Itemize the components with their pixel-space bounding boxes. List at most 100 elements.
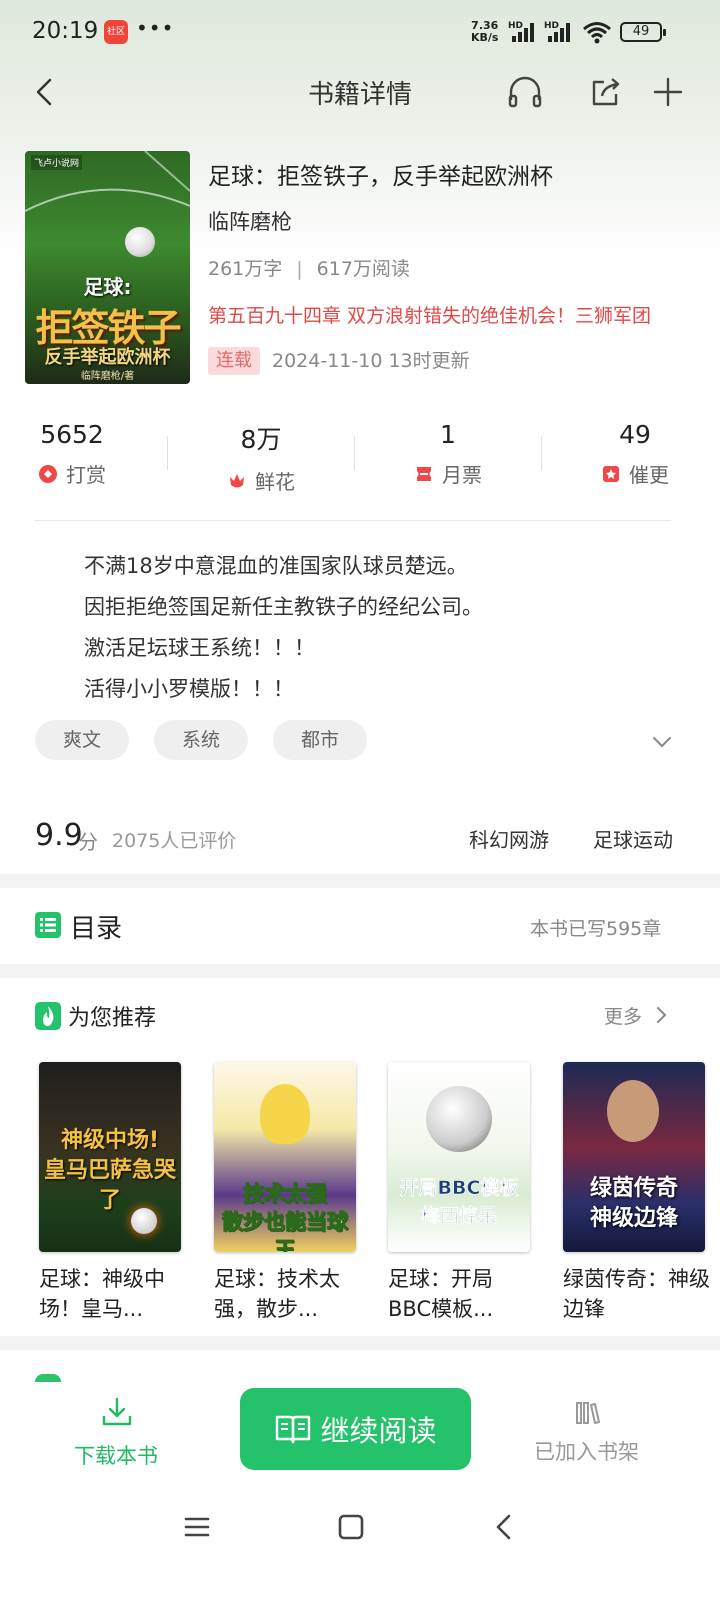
update-time: 2024-11-10 13时更新	[272, 350, 470, 372]
tag-chip[interactable]: 爽文	[35, 720, 129, 760]
stat-monthly-ticket[interactable]: 1 月票	[383, 420, 513, 488]
status-badge: 连载	[208, 347, 260, 375]
tag-chip[interactable]: 都市	[273, 720, 367, 760]
status-time: 20:19	[32, 18, 99, 44]
svg-text:HD: HD	[544, 21, 559, 31]
download-icon[interactable]	[100, 1396, 134, 1428]
flower-icon	[230, 473, 244, 487]
stat-flower-value: 8万	[240, 425, 282, 454]
home-icon[interactable]	[336, 1512, 366, 1542]
ticket-icon	[417, 466, 431, 481]
signal-icon-2: HD	[544, 21, 570, 42]
system-back-icon[interactable]	[490, 1512, 520, 1542]
recommend-book-name: 足球：技术太强，散步...	[214, 1267, 340, 1321]
network-speed: 7.36 KB/s	[471, 20, 498, 44]
more-notifications-icon: •••	[136, 16, 175, 40]
recommend-book-cover: 绿茵传奇 神级边锋	[563, 1062, 705, 1252]
recommend-book-name: 足球：神级中场！皇马...	[39, 1267, 165, 1321]
recommend-title: 为您推荐	[68, 1006, 157, 1031]
stat-tip[interactable]: 5652 打赏	[7, 420, 137, 488]
stat-urge[interactable]: 49 催更	[570, 420, 700, 488]
stat-flower-label: 鲜花	[255, 470, 295, 494]
list-icon	[35, 912, 61, 938]
latest-chapter-link[interactable]: 第五百九十四章 双方浪射错失的绝佳机会！三狮军团	[208, 301, 678, 328]
rating-count[interactable]: 2075人已评价	[112, 826, 236, 853]
tag-chip[interactable]: 系统	[154, 720, 248, 760]
cover-line-1: 足球:	[83, 275, 132, 299]
description-line: 激活足坛球王系统！！！	[84, 636, 315, 660]
share-icon[interactable]	[586, 72, 626, 112]
stat-tip-label: 打赏	[66, 463, 106, 487]
cover-text: 神级中场! 皇马巴萨急哭了	[43, 1128, 176, 1213]
book-stats: 261万字 | 617万阅读	[208, 254, 410, 281]
cover-line-4: 临阵磨枪/著	[80, 371, 135, 382]
cover-line-3: 反手举起欧洲杯	[44, 347, 171, 368]
description-line: 不满18岁中意混血的准国家队球员楚远。	[84, 554, 468, 578]
genre-link[interactable]: 科幻网游	[469, 824, 549, 853]
book-cover[interactable]: 飞卢小说网 足球: 拒签铁子 反手举起欧洲杯 临阵磨枪/著	[25, 151, 190, 384]
recommend-book-card[interactable]: 绿茵传奇 神级边锋 绿茵传奇：神级边锋	[563, 1062, 720, 1324]
character-hair-icon	[260, 1084, 310, 1144]
recommend-book-card[interactable]: 神级中场! 皇马巴萨急哭了 足球：神级中场！皇马...	[39, 1062, 185, 1324]
book-description: 不满18岁中意混血的准国家队球员楚远。 因拒拒绝签国足新任主教铁子的经纪公司。 …	[84, 546, 483, 710]
cover-text: 技术太强 散步也能当球王	[222, 1182, 349, 1253]
rating-unit: 分	[78, 830, 98, 854]
signal-icon: HD	[508, 21, 534, 42]
book-title: 足球：拒签铁子，反手举起欧洲杯	[208, 164, 553, 190]
football-icon	[125, 227, 155, 257]
chevron-right-icon[interactable]	[652, 1004, 672, 1026]
stat-ticket-value: 1	[440, 420, 456, 449]
urge-icon	[603, 465, 619, 482]
player-portrait-icon	[607, 1080, 659, 1142]
stat-tip-value: 5652	[40, 420, 104, 449]
read-count: 617万阅读	[316, 258, 410, 280]
genre-link[interactable]: 足球运动	[593, 824, 673, 853]
stat-urge-value: 49	[619, 420, 651, 449]
headphones-icon[interactable]	[505, 72, 545, 112]
cover-text: 绿茵传奇 神级边锋	[589, 1176, 678, 1231]
stat-divider	[354, 436, 355, 470]
download-button[interactable]: 下载本书	[74, 1440, 158, 1470]
bookshelf-icon	[576, 1402, 600, 1424]
recommend-book-name: 足球：开局BBC模板...	[388, 1267, 494, 1321]
cover-publisher: 飞卢小说网	[31, 155, 83, 170]
stats-separator: |	[296, 258, 303, 280]
added-to-shelf-button[interactable]: 已加入书架	[534, 1436, 639, 1466]
recommend-book-name: 绿茵传奇：神级边锋	[563, 1267, 710, 1321]
stat-flower[interactable]: 8万 鲜花	[196, 420, 326, 495]
stat-urge-label: 催更	[629, 463, 669, 487]
tip-icon	[39, 464, 57, 483]
back-arrow-icon[interactable]	[28, 74, 64, 110]
chevron-down-icon[interactable]	[650, 730, 674, 754]
description-line: 活得小小罗模版！！！	[84, 677, 294, 701]
svg-text:HD: HD	[508, 21, 523, 31]
word-count: 261万字	[208, 258, 283, 280]
recommend-book-cover: 开局BBC模板 梅西惊呆	[388, 1062, 530, 1252]
status-bar: 20:19 社区 ••• 7.36 KB/s HD HD 49	[0, 0, 720, 64]
app-badge-icon: 社区	[104, 20, 128, 44]
divider	[35, 520, 671, 521]
football-icon	[426, 1086, 492, 1152]
stat-divider	[167, 436, 168, 470]
recommend-book-cover: 神级中场! 皇马巴萨急哭了	[39, 1062, 181, 1252]
football-icon	[131, 1208, 157, 1234]
toc-title[interactable]: 目录	[70, 908, 122, 945]
recommend-book-cover: 技术太强 散步也能当球王	[214, 1062, 356, 1252]
more-link[interactable]: 更多	[604, 1002, 642, 1029]
open-book-icon	[276, 1415, 311, 1444]
cover-text: 开局BBC模板 梅西惊呆	[399, 1177, 519, 1228]
stat-divider	[541, 436, 542, 470]
system-nav-bar	[0, 1486, 720, 1600]
recommend-book-card[interactable]: 技术太强 散步也能当球王 足球：技术太强，散步...	[214, 1062, 360, 1324]
continue-reading-button[interactable]: 继续阅读	[240, 1388, 471, 1470]
add-icon[interactable]	[648, 72, 688, 112]
speed-unit: KB/s	[471, 31, 499, 44]
section-icon-partial	[35, 1374, 61, 1382]
book-author[interactable]: 临阵磨枪	[208, 206, 292, 236]
description-line: 因拒拒绝签国足新任主教铁子的经纪公司。	[84, 595, 483, 619]
continue-reading-label: 继续阅读	[320, 1414, 437, 1448]
menu-icon[interactable]	[182, 1512, 212, 1542]
battery-icon: 49	[620, 22, 666, 42]
recommend-book-card[interactable]: 开局BBC模板 梅西惊呆 足球：开局BBC模板...	[388, 1062, 534, 1324]
rating-score: 9.9	[35, 818, 83, 853]
